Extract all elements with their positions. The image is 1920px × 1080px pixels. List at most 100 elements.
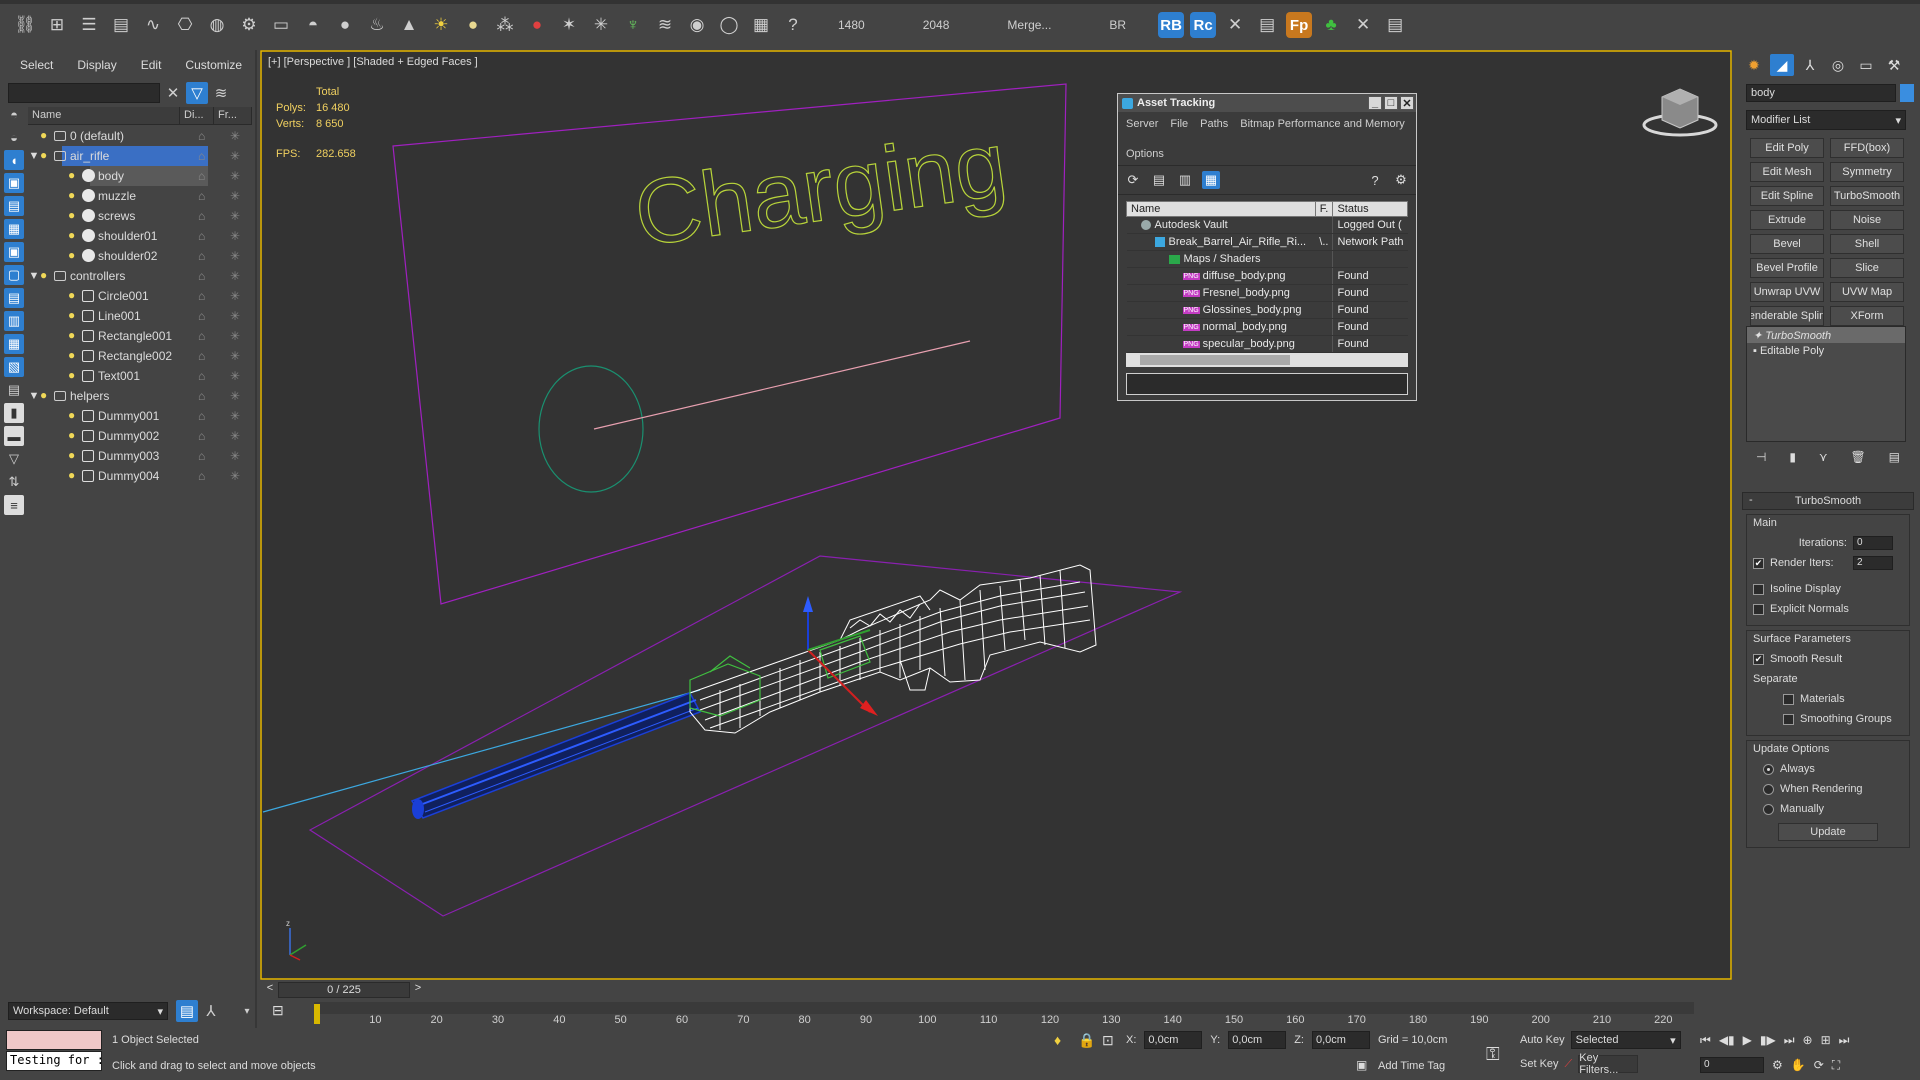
materials-checkbox[interactable] bbox=[1783, 693, 1794, 705]
close-button[interactable]: ✕ bbox=[1400, 96, 1414, 110]
display-lights-icon[interactable]: ◖ bbox=[4, 150, 24, 170]
display-toggle-icon[interactable]: ⌂ bbox=[198, 289, 205, 303]
play-icon[interactable]: ▶ bbox=[1743, 1033, 1752, 1047]
modifier-button-bevel-profile[interactable]: Bevel Profile bbox=[1750, 258, 1824, 278]
zoom-icon[interactable]: ⊕ bbox=[1803, 1033, 1813, 1047]
tree-row-shoulder02[interactable]: ● shoulder02 ⌂ ✳ bbox=[28, 246, 252, 266]
lightbulb-icon[interactable]: ● bbox=[68, 188, 75, 202]
isolate-icon[interactable]: ♦ bbox=[1054, 1032, 1061, 1048]
modifier-button-bevel[interactable]: Bevel bbox=[1750, 234, 1824, 254]
time-config-icon[interactable]: ⚙ bbox=[1772, 1058, 1783, 1072]
tree-row-air-rifle[interactable]: ▼ ● air_rifle ⌂ ✳ bbox=[28, 146, 252, 166]
tree-row-line001[interactable]: ● Line001 ⌂ ✳ bbox=[28, 306, 252, 326]
when-rendering-radio[interactable] bbox=[1763, 783, 1774, 795]
stack-item-editable-poly[interactable]: ▪ Editable Poly bbox=[1747, 343, 1905, 359]
menu-display[interactable]: Display bbox=[77, 58, 116, 72]
lightbulb-icon[interactable]: ● bbox=[68, 288, 75, 302]
display-toggle-icon[interactable]: ⌂ bbox=[198, 209, 205, 223]
tree-row-shoulder01[interactable]: ● shoulder01 ⌂ ✳ bbox=[28, 226, 252, 246]
options-icon[interactable]: ≡ bbox=[4, 495, 24, 515]
lightbulb-icon[interactable]: ● bbox=[68, 368, 75, 382]
col-asset-status[interactable]: Status bbox=[1332, 201, 1408, 217]
menu-server[interactable]: Server bbox=[1126, 115, 1158, 133]
y-field[interactable]: 0,0cm bbox=[1228, 1031, 1287, 1049]
modifier-button-unwrap-uvw[interactable]: Unwrap UVW bbox=[1750, 282, 1824, 302]
asset-titlebar[interactable]: Asset Tracking _ □ ✕ bbox=[1118, 94, 1416, 112]
table-view-icon[interactable]: ▦ bbox=[1202, 171, 1220, 189]
x-field[interactable]: 0,0cm bbox=[1144, 1031, 1203, 1049]
list-icon[interactable]: ▤ bbox=[1150, 171, 1168, 189]
help-icon[interactable]: ? bbox=[1366, 171, 1384, 189]
lightbulb-icon[interactable]: ● bbox=[68, 328, 75, 342]
modifier-button-extrude[interactable]: Extrude bbox=[1750, 210, 1824, 230]
display-toggle-icon[interactable]: ⌂ bbox=[198, 309, 205, 323]
modifier-button-xform[interactable]: XForm bbox=[1830, 306, 1904, 326]
curve-editor-icon[interactable]: ∿ bbox=[140, 12, 166, 38]
muzzle[interactable] bbox=[410, 692, 702, 819]
rectangle002[interactable] bbox=[308, 555, 1183, 917]
tree-row-helpers[interactable]: ▼ ● helpers ⌂ ✳ bbox=[28, 386, 252, 406]
display-bones-icon[interactable]: ▤ bbox=[4, 288, 24, 308]
modifier-button-turbosmooth[interactable]: TurboSmooth bbox=[1830, 186, 1904, 206]
freeze-toggle-icon[interactable]: ✳ bbox=[230, 369, 240, 383]
display-toggle-icon[interactable]: ⌂ bbox=[198, 329, 205, 343]
display-toggle-icon[interactable]: ⌂ bbox=[198, 129, 205, 143]
modifier-button-edit-mesh[interactable]: Edit Mesh bbox=[1750, 162, 1824, 182]
turbosmooth-rollout-header[interactable]: - TurboSmooth bbox=[1742, 492, 1914, 510]
remove-modifier-icon[interactable]: 🗑 bbox=[1851, 450, 1866, 464]
freeze-toggle-icon[interactable]: ✳ bbox=[230, 249, 240, 263]
track-bar[interactable]: 10 20 30 40 50 60 70 80 90 100 110 120 130 140 150 160 1… bbox=[314, 1000, 1694, 1030]
display-toggle-icon[interactable]: ⌂ bbox=[198, 169, 205, 183]
circle001[interactable] bbox=[538, 365, 644, 493]
move-gizmo[interactable] bbox=[803, 596, 878, 716]
box-icon[interactable]: ▭ bbox=[268, 12, 294, 38]
display-toggle-icon[interactable]: ⌂ bbox=[198, 349, 205, 363]
lightbulb-icon[interactable]: ● bbox=[40, 388, 47, 402]
lightbulb-icon[interactable]: ● bbox=[40, 268, 47, 282]
particle-icon[interactable]: ⁂ bbox=[492, 12, 518, 38]
freeze-toggle-icon[interactable]: ✳ bbox=[230, 389, 240, 403]
merge-button[interactable]: Merge... bbox=[981, 18, 1077, 32]
lock-icon[interactable]: 🔒 bbox=[1078, 1032, 1095, 1049]
modifier-button-noise[interactable]: Noise bbox=[1830, 210, 1904, 230]
display-spacewarps-icon[interactable]: ▦ bbox=[4, 219, 24, 239]
manually-radio[interactable] bbox=[1763, 803, 1774, 815]
asset-tracking-icon[interactable]: ◯ bbox=[716, 12, 742, 38]
zoom-all-icon[interactable]: ⊞ bbox=[1821, 1033, 1831, 1047]
lightbulb-icon[interactable]: ● bbox=[68, 168, 75, 182]
lightbulb-icon[interactable]: ● bbox=[68, 448, 75, 462]
lightbulb-icon[interactable]: ● bbox=[68, 428, 75, 442]
list-icon[interactable]: ▤ bbox=[1254, 12, 1280, 38]
display-toggle-icon[interactable]: ⌂ bbox=[198, 249, 205, 263]
smooth-result-checkbox[interactable]: ✔ bbox=[1753, 653, 1764, 665]
hair-icon[interactable]: ♆ bbox=[620, 12, 646, 38]
z-field[interactable]: 0,0cm bbox=[1311, 1031, 1370, 1049]
tree-row-rectangle002[interactable]: ● Rectangle002 ⌂ ✳ bbox=[28, 346, 252, 366]
freeze-toggle-icon[interactable]: ✳ bbox=[230, 189, 240, 203]
menu-edit[interactable]: Edit bbox=[141, 58, 162, 72]
sphere-icon[interactable]: ◓ bbox=[300, 12, 326, 38]
col-asset-name[interactable]: Name bbox=[1126, 201, 1316, 217]
display-geometry-icon[interactable]: ◓ bbox=[4, 104, 24, 124]
lightbulb-icon[interactable]: ✦ bbox=[1753, 330, 1762, 342]
set-key-button[interactable]: Set Key bbox=[1520, 1058, 1559, 1070]
asset-row[interactable]: PNG Glossines_body.png Found bbox=[1126, 301, 1408, 319]
display-toggle-icon[interactable]: ⌂ bbox=[198, 389, 205, 403]
modifier-button-edit-spline[interactable]: Edit Spline bbox=[1750, 186, 1824, 206]
lightbulb-icon[interactable]: ● bbox=[68, 208, 75, 222]
modifier-button-symmetry[interactable]: Symmetry bbox=[1830, 162, 1904, 182]
display-helpers-icon[interactable]: ▤ bbox=[4, 196, 24, 216]
display-toggle-icon[interactable]: ⌂ bbox=[198, 409, 205, 423]
filter-icon[interactable]: ▽ bbox=[4, 449, 24, 469]
goto-start-icon[interactable]: ⏮ bbox=[1700, 1033, 1711, 1048]
lightbulb-icon[interactable]: ● bbox=[68, 248, 75, 262]
tree-row-dummy004[interactable]: ● Dummy004 ⌂ ✳ bbox=[28, 466, 252, 486]
explorer-hierarchy-icon[interactable]: ⅄ bbox=[200, 1000, 222, 1022]
display-toggle-icon[interactable]: ⌂ bbox=[198, 149, 205, 163]
render-icon[interactable]: ◉ bbox=[684, 12, 710, 38]
menu-bitmap[interactable]: Bitmap Performance and Memory bbox=[1240, 115, 1404, 133]
asset-row[interactable]: Break_Barrel_Air_Rifle_Ri... \.. Network P… bbox=[1126, 233, 1408, 251]
menu-paths[interactable]: Paths bbox=[1200, 115, 1228, 133]
xref-icon[interactable]: ▦ bbox=[748, 12, 774, 38]
modifier-button-uvw-map[interactable]: UVW Map bbox=[1830, 282, 1904, 302]
